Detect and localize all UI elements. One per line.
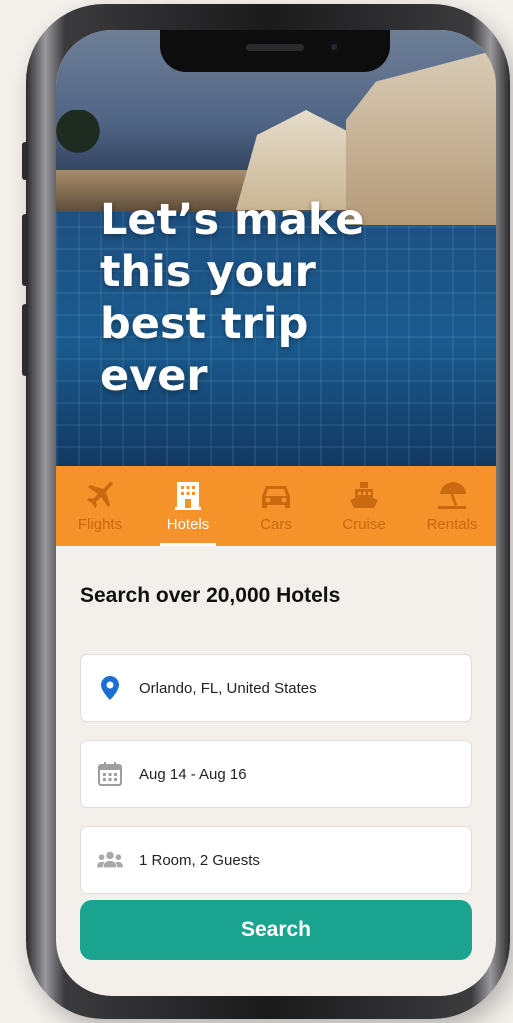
hotel-icon bbox=[175, 480, 201, 510]
volume-down-button bbox=[22, 304, 28, 376]
tab-label: Rentals bbox=[426, 516, 478, 533]
location-field[interactable]: Orlando, FL, United States bbox=[80, 654, 472, 722]
app-screen: Let’s make this your best trip ever Flig… bbox=[56, 30, 496, 996]
calendar-icon bbox=[97, 762, 123, 786]
tab-rentals[interactable]: Rentals bbox=[408, 466, 496, 546]
location-pin-icon bbox=[97, 676, 123, 700]
tab-label: Hotels bbox=[166, 516, 210, 533]
hero-headline: Let’s make this your best trip ever bbox=[100, 195, 365, 401]
notch bbox=[160, 30, 390, 72]
volume-up-button bbox=[22, 214, 28, 286]
beach-umbrella-icon bbox=[436, 480, 468, 510]
guests-icon bbox=[97, 851, 123, 869]
guests-field[interactable]: 1 Room, 2 Guests bbox=[80, 826, 472, 894]
silent-switch bbox=[22, 142, 28, 180]
category-tabs: Flights Hotels Cars Cruise Rentals bbox=[56, 466, 496, 546]
tab-label: Cruise bbox=[342, 516, 386, 533]
front-camera bbox=[328, 41, 340, 53]
speaker-grille bbox=[246, 44, 304, 51]
plane-icon bbox=[85, 480, 115, 510]
tab-label: Flights bbox=[77, 516, 123, 533]
location-value: Orlando, FL, United States bbox=[139, 679, 317, 697]
dates-value: Aug 14 - Aug 16 bbox=[139, 765, 247, 783]
dates-field[interactable]: Aug 14 - Aug 16 bbox=[80, 740, 472, 808]
tab-label: Cars bbox=[260, 516, 292, 533]
search-heading: Search over 20,000 Hotels bbox=[80, 584, 341, 607]
tab-cars[interactable]: Cars bbox=[232, 466, 320, 546]
tab-hotels[interactable]: Hotels bbox=[144, 466, 232, 546]
tab-cruise[interactable]: Cruise bbox=[320, 466, 408, 546]
search-panel: Search over 20,000 Hotels Orlando, FL, U… bbox=[56, 546, 496, 996]
ship-icon bbox=[349, 480, 379, 510]
car-icon bbox=[260, 480, 292, 510]
phone-frame: Let’s make this your best trip ever Flig… bbox=[22, 4, 510, 1019]
tab-flights[interactable]: Flights bbox=[56, 466, 144, 546]
search-button[interactable]: Search bbox=[80, 900, 472, 960]
guests-value: 1 Room, 2 Guests bbox=[139, 851, 260, 869]
palm-tree bbox=[56, 110, 100, 180]
